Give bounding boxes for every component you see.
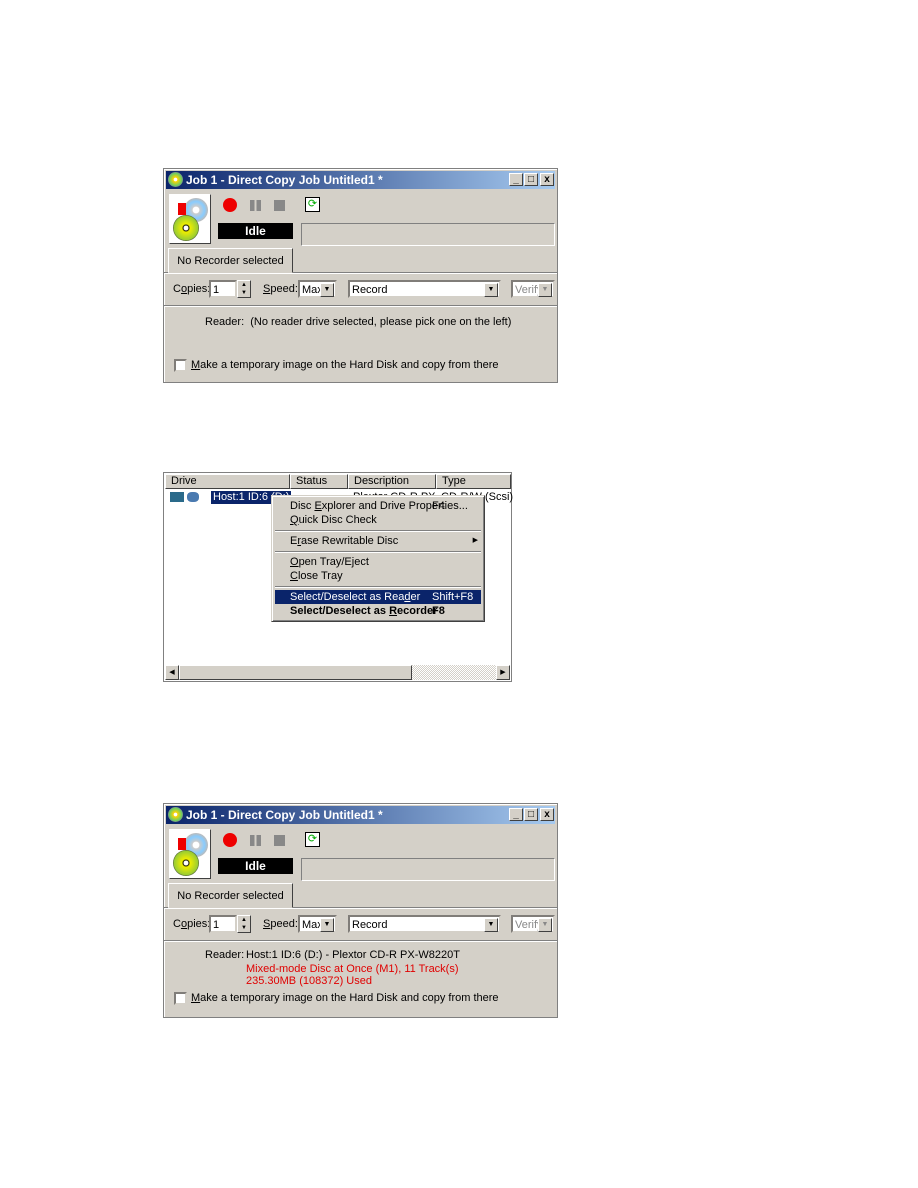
refresh-icon[interactable]: ⟳	[305, 197, 320, 212]
refresh-icon[interactable]: ⟳	[305, 832, 320, 847]
disc-info-type: Mixed-mode Disc at Once (M1), 11 Track(s…	[246, 963, 459, 975]
submenu-arrow-icon: ▶	[472, 537, 478, 544]
speed-select[interactable]: Max ▼	[298, 280, 337, 298]
window-title: Job 1 - Direct Copy Job Untitled1 *	[186, 808, 383, 822]
chevron-down-icon[interactable]: ▼	[538, 918, 552, 932]
copies-spinner[interactable]: ▲ ▼	[237, 280, 251, 298]
menu-item-close-tray[interactable]: Close Tray	[275, 569, 481, 583]
direct-copy-window-1: Job 1 - Direct Copy Job Untitled1 * _ □ …	[163, 168, 558, 383]
record-button[interactable]	[223, 198, 237, 212]
close-button[interactable]: x	[540, 808, 554, 821]
disc-info-size: 235.30MB (108372) Used	[246, 975, 372, 987]
chevron-down-icon[interactable]: ▼	[484, 918, 498, 932]
copies-input[interactable]: 1	[209, 915, 237, 933]
app-icon	[168, 172, 183, 187]
drive-icon	[170, 492, 184, 502]
menu-item-select-reader[interactable]: Select/Deselect as Reader Shift+F8	[275, 590, 481, 604]
maximize-button[interactable]: □	[524, 808, 538, 821]
mode-select[interactable]: Record ▼	[348, 280, 501, 298]
progress-field	[301, 858, 555, 881]
scsi-icon	[187, 492, 199, 502]
menu-item-disc-explorer[interactable]: Disc Explorer and Drive Properties... F4	[275, 499, 481, 513]
direct-copy-window-2: Job 1 - Direct Copy Job Untitled1 * _ □ …	[163, 803, 558, 1018]
speed-select[interactable]: Max ▼	[298, 915, 337, 933]
stop-button[interactable]	[274, 835, 285, 846]
menu-item-open-tray[interactable]: Open Tray/Eject	[275, 555, 481, 569]
scroll-right-icon[interactable]: ▶	[496, 665, 510, 680]
reader-value: Host:1 ID:6 (D:) - Plextor CD-R PX-W8220…	[246, 949, 460, 961]
menu-item-erase-rewritable[interactable]: Erase Rewritable Disc ▶	[275, 534, 481, 548]
chevron-down-icon[interactable]: ▼	[484, 283, 498, 297]
horizontal-scrollbar[interactable]: ◀ ▶	[165, 665, 510, 680]
chevron-down-icon[interactable]: ▼	[538, 283, 552, 297]
drive-list: Drive Status Description Type Host:1 ID:…	[163, 472, 513, 682]
title-bar: Job 1 - Direct Copy Job Untitled1 * _ □ …	[166, 171, 555, 189]
context-menu: Disc Explorer and Drive Properties... F4 …	[271, 495, 485, 622]
pause-button[interactable]	[250, 835, 261, 846]
scrollbar-thumb[interactable]	[179, 665, 412, 680]
chevron-down-icon[interactable]: ▼	[320, 918, 334, 932]
speed-label: Speed:	[263, 283, 298, 295]
copy-disc-icon	[169, 829, 211, 879]
speed-label: Speed:	[263, 918, 298, 930]
copies-label: Copies:	[173, 918, 211, 930]
verify-select[interactable]: Verify ▼	[511, 915, 555, 933]
column-header-type[interactable]: Type	[436, 474, 511, 489]
temp-image-checkbox[interactable]	[174, 359, 187, 372]
menu-separator	[275, 586, 481, 588]
copies-input[interactable]: 1	[209, 280, 237, 298]
copies-spinner[interactable]: ▲ ▼	[237, 915, 251, 933]
progress-field	[301, 223, 555, 246]
status-display: Idle	[218, 858, 293, 874]
column-header-drive[interactable]: Drive	[165, 474, 290, 489]
reader-label: Reader:	[205, 949, 245, 961]
chevron-down-icon[interactable]: ▼	[320, 283, 334, 297]
record-button[interactable]	[223, 833, 237, 847]
temp-image-label[interactable]: Make a temporary image on the Hard Disk …	[191, 359, 499, 371]
menu-separator	[275, 530, 481, 532]
reader-info: Reader: (No reader drive selected, pleas…	[205, 316, 512, 328]
column-header-status[interactable]: Status	[290, 474, 348, 489]
title-bar: Job 1 - Direct Copy Job Untitled1 * _ □ …	[166, 806, 555, 824]
pause-button[interactable]	[250, 200, 261, 211]
minimize-button[interactable]: _	[509, 808, 523, 821]
temp-image-label[interactable]: Make a temporary image on the Hard Disk …	[191, 992, 499, 1004]
minimize-button[interactable]: _	[509, 173, 523, 186]
app-icon	[168, 807, 183, 822]
column-header-description[interactable]: Description	[348, 474, 436, 489]
maximize-button[interactable]: □	[524, 173, 538, 186]
tab-recorder[interactable]: No Recorder selected	[168, 248, 293, 273]
status-display: Idle	[218, 223, 293, 239]
verify-select[interactable]: Verify ▼	[511, 280, 555, 298]
menu-item-select-recorder[interactable]: Select/Deselect as Recorder F8	[275, 604, 481, 618]
divider	[164, 940, 557, 942]
copies-label: Copies:	[173, 283, 211, 295]
close-button[interactable]: x	[540, 173, 554, 186]
menu-separator	[275, 551, 481, 553]
divider	[164, 305, 557, 307]
stop-button[interactable]	[274, 200, 285, 211]
temp-image-checkbox[interactable]	[174, 992, 187, 1005]
reader-value: (No reader drive selected, please pick o…	[250, 316, 512, 328]
mode-select[interactable]: Record ▼	[348, 915, 501, 933]
copy-disc-icon	[169, 194, 211, 244]
tab-recorder[interactable]: No Recorder selected	[168, 883, 293, 908]
scroll-left-icon[interactable]: ◀	[165, 665, 179, 680]
menu-item-quick-disc-check[interactable]: Quick Disc Check	[275, 513, 481, 527]
window-title: Job 1 - Direct Copy Job Untitled1 *	[186, 173, 383, 187]
